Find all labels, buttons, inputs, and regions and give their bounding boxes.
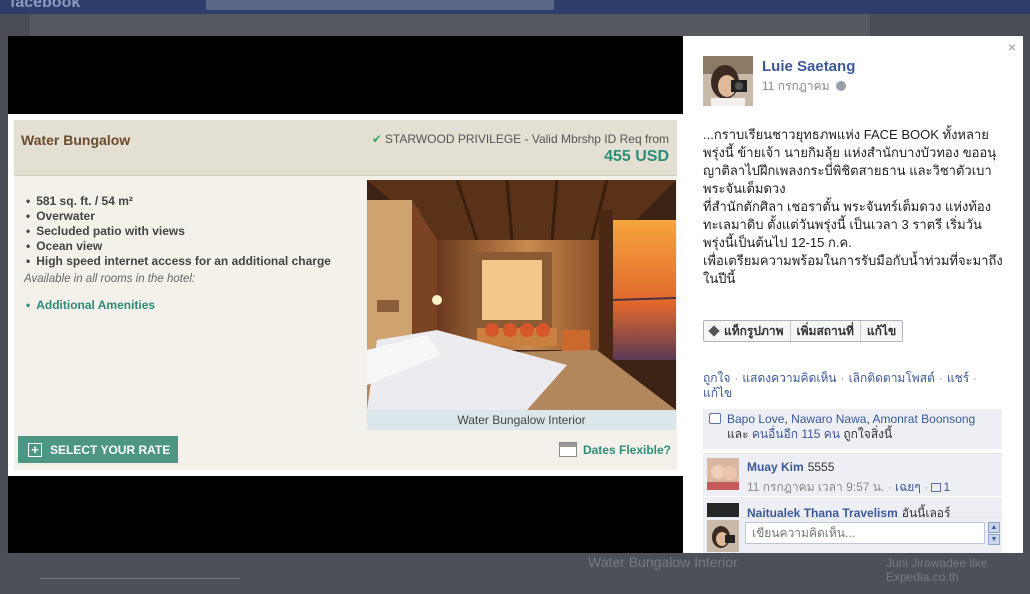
other-likers-link[interactable]: คนอื่นอีก 115 คน <box>752 427 840 441</box>
comment-item: Muay Kim 5555 11 กรกฎาคม เวลา 9:57 น. · เ… <box>703 453 1002 496</box>
backdrop-divider <box>40 578 240 579</box>
facebook-logo: facebook <box>10 0 81 11</box>
tag-icon <box>708 325 720 337</box>
post-date: 11 กรกฎาคม <box>762 77 846 96</box>
privilege-rate: ✔ STARWOOD PRIVILEGE - Valid Mbrshp ID Re… <box>372 132 669 146</box>
post-date-text[interactable]: 11 กรกฎาคม <box>762 79 830 93</box>
dates-flexible-link[interactable]: Dates Flexible? <box>558 442 671 457</box>
post-line: พรุ่งนี้ ข้ายเจ้า นายกิมลุ้ย แห่งสำนักบา… <box>703 145 997 196</box>
like-icon <box>709 413 721 424</box>
current-user-avatar <box>707 520 739 552</box>
commenter-avatar[interactable] <box>707 503 739 517</box>
separator-dot: · <box>973 371 978 385</box>
commenter-name: Naitualek Thana Travelism อันนี้เลอร์ <box>747 504 950 517</box>
room-card-header: Water Bungalow ✔ STARWOOD PRIVILEGE - Val… <box>14 120 677 176</box>
commenter-avatar[interactable] <box>707 458 739 490</box>
likes-and-text: และ <box>727 427 749 441</box>
post-line: เพื่อเตรียมความพร้อมในการรับมือกับน้ำท่ว… <box>703 253 1003 286</box>
post-action-links: ถูกใจ · แสดงความคิดเห็น · เลิกติดตามโพสต์ · แช… <box>703 371 1003 401</box>
comment-text: 5555 <box>807 460 835 474</box>
commenter-name-link[interactable]: Naitualek Thana Travelism <box>747 506 898 517</box>
room-features-list: 581 sq. ft. / 54 m² Overwater Secluded p… <box>26 194 331 269</box>
hotel-room-card: Water Bungalow ✔ STARWOOD PRIVILEGE - Val… <box>8 114 683 476</box>
backdrop-side-text: Juni Jirawadee like Expedia.co.th <box>886 556 988 584</box>
commenter-name-link[interactable]: Muay Kim <box>747 460 804 474</box>
comment-like-count[interactable]: 1 <box>931 480 950 494</box>
likes-suffix: ถูกใจสิ่งนี้ <box>843 427 893 441</box>
separator-dot: · <box>734 371 739 385</box>
list-item: High speed internet access for an additi… <box>26 254 331 269</box>
commenter-avatar-image <box>707 458 739 490</box>
comment-scroll-control: ▲ ▼ <box>988 522 1000 546</box>
edit-photo-button[interactable]: แก้ไข <box>861 321 902 341</box>
comment-text: อันนี้เลอร์ <box>901 506 951 517</box>
close-icon[interactable]: × <box>1008 39 1016 55</box>
like-link[interactable]: ถูกใจ <box>703 371 730 385</box>
room-interior-image <box>367 180 676 410</box>
room-interior-photo <box>367 180 676 410</box>
liker-name[interactable]: Nawaro Nawa <box>791 412 866 426</box>
facebook-top-bar: facebook <box>0 0 1030 14</box>
author-avatar-image <box>703 56 753 106</box>
post-body: ...กราบเรียนชาวยุทธภพแห่ง FACE BOOK ทั้ง… <box>703 126 1003 288</box>
post-author-name[interactable]: Luie Saetang <box>762 58 855 75</box>
availability-note: Available in all rooms in the hotel: <box>24 273 196 285</box>
tag-photo-button[interactable]: แท็กรูปภาพ <box>704 321 791 341</box>
liker-name[interactable]: Bapo Love <box>727 412 784 426</box>
like-count: 1 <box>943 480 951 494</box>
add-location-button[interactable]: เพิ่มสถานที่ <box>791 321 861 341</box>
room-photo-caption: Water Bungalow Interior <box>367 410 676 430</box>
separator-dot: · <box>924 480 929 494</box>
scroll-down-icon[interactable]: ▼ <box>988 534 1000 545</box>
globe-icon <box>835 81 846 91</box>
thumbs-up-icon <box>931 483 942 492</box>
checkmark-icon: ✔ <box>371 132 382 146</box>
list-item: Overwater <box>26 209 331 224</box>
room-price: 455 USD <box>604 148 669 165</box>
comment-time[interactable]: 11 กรกฎาคม เวลา 9:57 น. <box>747 480 884 494</box>
comment-reply-link[interactable]: เฉยๆ <box>895 480 921 494</box>
liker-name[interactable]: Amonrat Boonsong <box>872 412 975 426</box>
calendar-icon <box>558 442 577 457</box>
comment-item: Naitualek Thana Travelism อันนี้เลอร์ <box>703 497 1002 517</box>
separator-dot: · <box>840 371 845 385</box>
current-user-avatar-image <box>707 520 739 552</box>
plus-icon: + <box>28 442 42 457</box>
likes-summary: Bapo Love, Nawaro Nawa, Amonrat Boonsong… <box>703 409 1002 449</box>
share-link[interactable]: แชร์ <box>947 371 969 385</box>
room-title: Water Bungalow <box>21 132 131 148</box>
select-rate-label: SELECT YOUR RATE <box>50 442 171 457</box>
commenter-name: Muay Kim 5555 <box>747 460 834 474</box>
backdrop-caption: Water Bungalow Interior <box>588 554 738 570</box>
comment-meta: 11 กรกฎาคม เวลา 9:57 น. · เฉยๆ · 1 <box>747 478 950 497</box>
unfollow-link[interactable]: เลิกติดตามโพสต์ <box>849 371 935 385</box>
privilege-text: STARWOOD PRIVILEGE - Valid Mbrshp ID Req… <box>384 132 669 146</box>
comment-composer: ▲ ▼ <box>703 517 1002 553</box>
separator-dot: · <box>887 480 892 494</box>
dates-flexible-label: Dates Flexible? <box>582 442 671 457</box>
scroll-up-icon[interactable]: ▲ <box>988 522 1000 533</box>
author-avatar[interactable] <box>703 56 753 106</box>
post-side-panel: × Luie Saetang 11 กรกฎาคม ...กราบเรียนชา… <box>683 36 1023 553</box>
backdrop-bottom-strip <box>0 552 1030 594</box>
facebook-search-bar[interactable] <box>206 0 554 10</box>
tag-photo-label: แท็กรูปภาพ <box>724 324 784 338</box>
list-item: Ocean view <box>26 239 331 254</box>
additional-amenities-link[interactable]: Additional Amenities <box>26 298 155 312</box>
comment-input[interactable] <box>745 522 985 544</box>
list-item: 581 sq. ft. / 54 m² <box>26 194 331 209</box>
comment-link[interactable]: แสดงความคิดเห็น <box>742 371 836 385</box>
edit-link[interactable]: แก้ไข <box>703 386 732 400</box>
post-line: ...กราบเรียนชาวยุทธภพแห่ง FACE BOOK ทั้ง… <box>703 127 989 142</box>
list-item: Secluded patio with views <box>26 224 331 239</box>
post-line: ที่สำนักตักศิลา เชอราตั้น พระจันทร์เต็มด… <box>703 199 992 250</box>
photo-action-buttons: แท็กรูปภาพ เพิ่มสถานที่ แก้ไข <box>703 320 904 342</box>
photo-viewer-stage: Water Bungalow ✔ STARWOOD PRIVILEGE - Val… <box>8 36 683 553</box>
select-your-rate-button[interactable]: + SELECT YOUR RATE <box>18 436 178 463</box>
separator-dot: · <box>938 371 943 385</box>
